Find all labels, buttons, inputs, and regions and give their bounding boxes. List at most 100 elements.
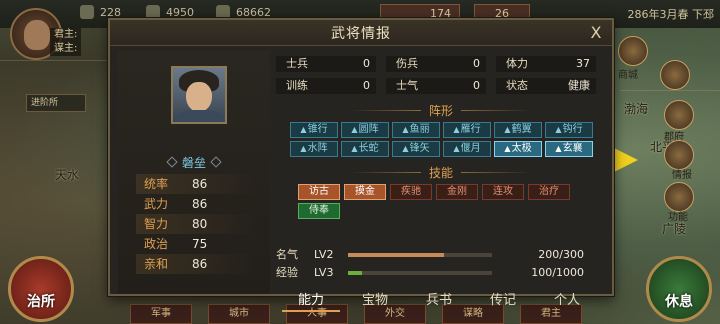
fame-bar [348, 253, 492, 257]
dialog-tab[interactable]: 传记 [474, 290, 532, 312]
general-info-dialog: 武将情报 X 磐垒 统率 86 武力 86 智力 80 政治 75 亲和 86 士兵 0 伤兵 0 体力 3… [108, 18, 614, 312]
stat-label: 武力 [144, 197, 169, 211]
general-detail-panel: 士兵 0 伤兵 0 体力 37 训练 0 士气 0 状态 健康 阵形 ▲锥行 ▲圆阵 ▲鱼丽 ▲雁行 ▲鹤翼 ▲… [276, 50, 606, 312]
skill-button[interactable]: 金刚 [436, 184, 478, 200]
formation-icon: ▲ [402, 125, 409, 134]
exp-level: LV3 [314, 266, 334, 279]
market-label: 商城 [618, 70, 638, 81]
formation-button[interactable]: ▲长蛇 [341, 141, 389, 157]
formation-label: 锋矢 [409, 143, 430, 154]
formation-button[interactable]: ▲鹤翼 [494, 122, 542, 138]
formation-button[interactable]: ▲水阵 [290, 141, 338, 157]
stat-row: 亲和 86 [136, 254, 256, 274]
general-name-row: 磐垒 [118, 154, 270, 171]
map-road [620, 90, 720, 91]
formation-button[interactable]: ▲锋矢 [392, 141, 440, 157]
vital-label: 训练 [286, 79, 308, 92]
dialog-tab[interactable]: 个人 [538, 290, 596, 312]
food-icon [216, 5, 230, 19]
rest-label: 休息 [665, 294, 693, 310]
formation-icon: ▲ [300, 125, 307, 134]
dialog-tab[interactable]: 宝物 [346, 290, 404, 312]
fame-bar-fill [348, 253, 444, 257]
stat-value: 86 [192, 177, 208, 191]
formation-button[interactable]: ▲偃月 [443, 141, 491, 157]
skill-button[interactable]: 疾驰 [390, 184, 432, 200]
stat-value: 86 [192, 197, 208, 211]
formation-title: 阵形 [276, 102, 606, 119]
close-button[interactable]: X [586, 23, 606, 43]
office-button[interactable]: 治所 [8, 256, 74, 322]
map-label-bohai: 渤海 [624, 102, 649, 116]
vital-label: 士气 [396, 79, 418, 92]
county-icon[interactable] [664, 100, 694, 130]
formation-icon: ▲ [453, 125, 460, 134]
fame-level: LV2 [314, 248, 334, 261]
fort-icon[interactable] [660, 60, 690, 90]
function-label: 功能 [668, 212, 688, 223]
formation-icon: ▲ [504, 125, 511, 134]
rest-button[interactable]: 休息 [646, 256, 712, 322]
promotion-button[interactable]: 进阶所 [26, 94, 86, 112]
dialog-tab[interactable]: 兵书 [410, 290, 468, 312]
formation-icon: ▲ [504, 144, 511, 153]
formation-icon: ▲ [351, 144, 358, 153]
formation-button[interactable]: ▲雁行 [443, 122, 491, 138]
formation-button[interactable]: ▲钩行 [545, 122, 593, 138]
vital-label: 体力 [506, 57, 528, 70]
formation-button[interactable]: ▲玄襄 [545, 141, 593, 157]
fame-label: 名气 [276, 248, 298, 261]
stat-label: 亲和 [144, 257, 169, 271]
vital-cell: 伤兵 0 [386, 56, 486, 72]
formation-button[interactable]: ▲鱼丽 [392, 122, 440, 138]
diamond-icon [166, 156, 178, 168]
formation-icon: ▲ [300, 144, 307, 153]
stat-value: 80 [192, 217, 208, 231]
menu-city[interactable]: 城市 [208, 304, 270, 324]
map-arrow-icon[interactable] [614, 148, 638, 172]
vital-cell: 士兵 0 [276, 56, 376, 72]
formation-label: 锥行 [307, 124, 328, 135]
formation-button[interactable]: ▲锥行 [290, 122, 338, 138]
exp-row: 经验 LV3 100/1000 [276, 266, 606, 280]
office-label: 治所 [27, 294, 55, 310]
formation-icon: ▲ [555, 125, 562, 134]
formation-label: 钩行 [562, 124, 583, 135]
vital-cell: 士气 0 [386, 78, 486, 94]
soldier-icon [80, 5, 94, 19]
date-location: 286年3月春 下邳 [627, 8, 715, 21]
formation-label: 玄襄 [562, 143, 583, 154]
vital-cell: 训练 0 [276, 78, 376, 94]
stat-row: 智力 80 [136, 214, 256, 234]
formation-label: 圆阵 [358, 124, 379, 135]
skill-button[interactable]: 摸金 [344, 184, 386, 200]
formation-label: 偃月 [460, 143, 481, 154]
vital-label: 士兵 [286, 57, 308, 70]
stat-value: 86 [192, 257, 208, 271]
stat-row: 政治 75 [136, 234, 256, 254]
menu-military[interactable]: 军事 [130, 304, 192, 324]
intel-label: 情报 [672, 170, 692, 181]
stat-label: 统率 [144, 177, 169, 191]
vital-value: 0 [363, 57, 370, 70]
skill-button[interactable]: 连攻 [482, 184, 524, 200]
market-icon[interactable] [618, 36, 648, 66]
exp-bar [348, 271, 492, 275]
stat-row: 统率 86 [136, 174, 256, 194]
vital-value: 37 [576, 57, 590, 70]
exp-bar-fill [348, 271, 363, 275]
vital-value: 0 [473, 57, 480, 70]
formation-label: 水阵 [307, 143, 328, 154]
stat-label: 智力 [144, 217, 169, 231]
formation-label: 雁行 [460, 124, 481, 135]
skill-button[interactable]: 治疗 [528, 184, 570, 200]
skill-button[interactable]: 访古 [298, 184, 340, 200]
gold-icon [146, 5, 160, 19]
lord-label: 君主: [50, 28, 82, 42]
general-name: 磐垒 [181, 156, 206, 170]
skill-button[interactable]: 侍奉 [298, 203, 340, 219]
formation-button[interactable]: ▲圆阵 [341, 122, 389, 138]
formation-button[interactable]: ▲太极 [494, 141, 542, 157]
general-portrait [171, 66, 227, 124]
dialog-tab[interactable]: 能力 [282, 290, 340, 312]
